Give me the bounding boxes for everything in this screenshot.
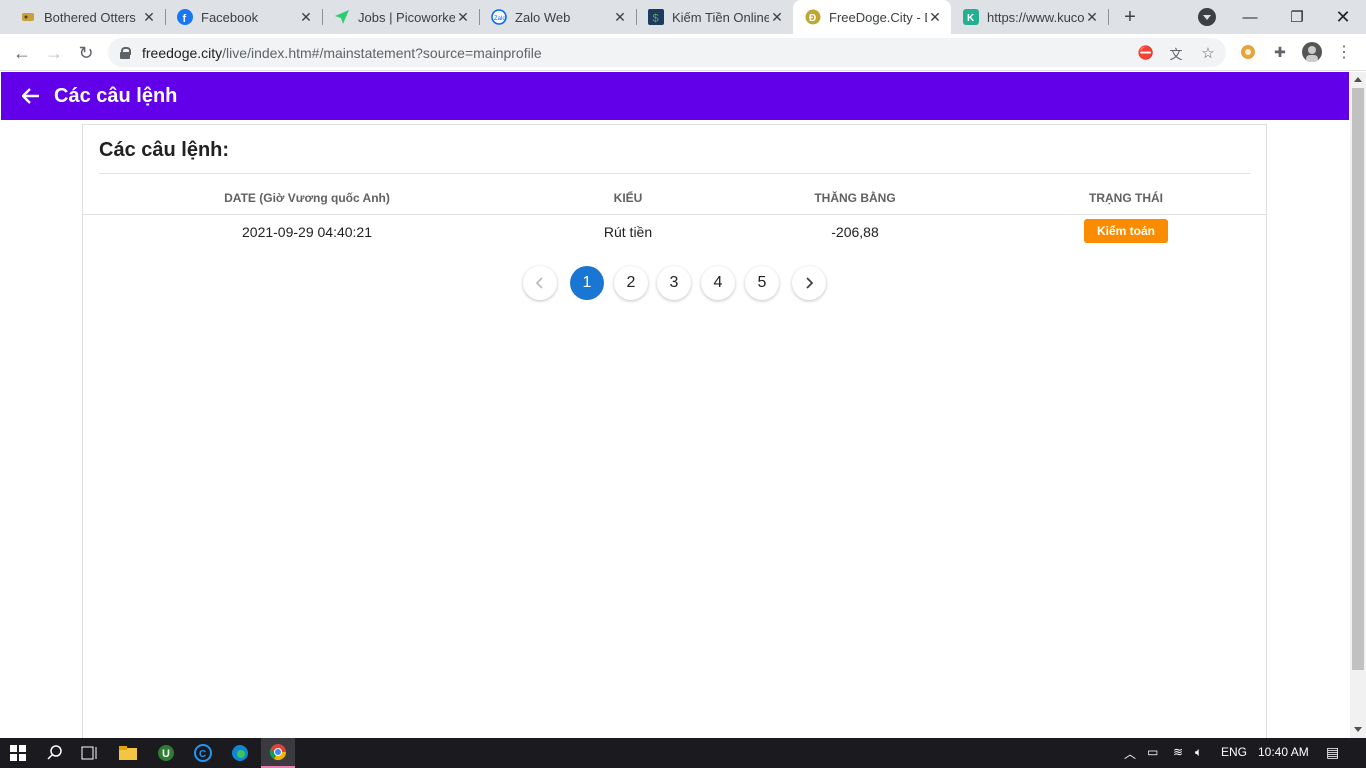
statements-card: Các câu lệnh: DATE (Giờ Vương quốc Anh) …	[82, 124, 1267, 738]
language-indicator[interactable]: ENG	[1221, 745, 1247, 759]
close-tab-icon[interactable]: ✕	[298, 9, 314, 25]
status-badge[interactable]: Kiểm toán	[1084, 219, 1168, 243]
tab-search-icon[interactable]	[1198, 8, 1216, 26]
column-header-status: TRẠNG THÁI	[1089, 191, 1163, 205]
scroll-down-icon[interactable]	[1354, 727, 1362, 732]
new-tab-button[interactable]: +	[1118, 5, 1142, 29]
reload-icon[interactable]: ↻	[72, 39, 100, 67]
minimize-button[interactable]: —	[1230, 4, 1270, 30]
file-explorer-icon[interactable]	[116, 741, 140, 765]
page-button-1[interactable]: 1	[570, 266, 604, 300]
blocked-icon[interactable]: ⛔	[1138, 45, 1154, 61]
close-tab-icon[interactable]: ✕	[141, 9, 157, 25]
column-header-type: KIỂU	[613, 191, 643, 205]
page-button-2[interactable]: 2	[614, 266, 648, 300]
doge-icon: Đ	[805, 9, 821, 25]
app-bar: Các câu lệnh	[1, 72, 1349, 120]
menu-kebab-icon[interactable]: ⋮	[1334, 42, 1354, 62]
puzzle-icon[interactable]: ✚	[1270, 42, 1290, 62]
close-window-button[interactable]: ✕	[1323, 4, 1363, 30]
battery-icon[interactable]: ▭	[1147, 745, 1158, 759]
svg-text:f: f	[183, 13, 187, 25]
task-view-icon[interactable]	[78, 741, 102, 765]
tab-zalo[interactable]: Zalo Zalo Web ✕	[479, 0, 637, 34]
dollar-icon: $	[648, 9, 664, 25]
tab-freedoge[interactable]: Đ FreeDoge.City - D ✕	[793, 0, 951, 34]
svg-text:K: K	[967, 13, 975, 24]
lock-icon[interactable]	[120, 46, 131, 59]
page-viewport: Các câu lệnh Các câu lệnh: DATE (Giờ Vươ…	[0, 72, 1350, 738]
page-title: Các câu lệnh	[54, 84, 178, 107]
next-page-button[interactable]	[792, 266, 826, 300]
cell-balance: -206,88	[831, 224, 879, 240]
zalo-icon: Zalo	[491, 9, 507, 25]
back-arrow-icon[interactable]: ←	[8, 39, 36, 67]
page-scrollbar[interactable]	[1350, 72, 1366, 738]
picoworkers-icon	[334, 9, 350, 25]
wifi-icon[interactable]: ≋	[1173, 745, 1183, 759]
app-c-icon[interactable]: C	[191, 741, 215, 765]
app-u-icon[interactable]: U	[154, 741, 178, 765]
tab-facebook[interactable]: f Facebook ✕	[165, 0, 323, 34]
tab-kucoin[interactable]: K https://www.kucoin ✕	[951, 0, 1109, 34]
svg-text:Zalo: Zalo	[494, 16, 506, 22]
column-header-balance: THĂNG BẰNG	[814, 191, 896, 205]
svg-text:$: $	[653, 13, 659, 25]
facebook-icon: f	[177, 9, 193, 25]
windows-taskbar: U C ︿ ▭ ≋ 🔈︎ ENG 10:40 AM ▤	[0, 738, 1366, 768]
scrollbar-thumb[interactable]	[1352, 88, 1364, 670]
browser-toolbar: ← → ↻ freedoge.city/live/index.htm#/main…	[0, 34, 1366, 71]
close-tab-icon[interactable]: ✕	[769, 9, 785, 25]
close-tab-icon[interactable]: ✕	[927, 9, 943, 25]
divider	[99, 173, 1250, 174]
forward-arrow-icon[interactable]: →	[40, 39, 68, 67]
table-header: DATE (Giờ Vương quốc Anh) KIỂU THĂNG BẰN…	[83, 183, 1266, 215]
svg-text:Đ: Đ	[809, 13, 816, 24]
cell-type: Rút tiền	[603, 224, 653, 240]
tab-bothered-otters[interactable]: Bothered Otters ✕	[8, 0, 166, 34]
back-arrow-icon[interactable]	[19, 84, 43, 108]
chevron-right-icon	[806, 277, 814, 289]
url-text: freedoge.city/live/index.htm#/mainstatem…	[142, 44, 542, 61]
page-button-4[interactable]: 4	[701, 266, 735, 300]
windows-start-icon[interactable]	[6, 741, 30, 765]
tab-kiem-tien-online[interactable]: $ Kiếm Tiền Online ✕	[636, 0, 793, 34]
kucoin-icon: K	[963, 9, 979, 25]
page-button-5[interactable]: 5	[745, 266, 779, 300]
address-bar[interactable]: freedoge.city/live/index.htm#/mainstatem…	[108, 38, 1226, 67]
table-row: 2021-09-29 04:40:21 Rút tiền -206,88 Kiể…	[83, 216, 1266, 248]
svg-text:C: C	[199, 749, 206, 760]
prev-page-button[interactable]	[523, 266, 557, 300]
notification-icon[interactable]: ▤	[1326, 744, 1339, 761]
close-tab-icon[interactable]: ✕	[1084, 9, 1100, 25]
otter-icon	[20, 9, 36, 25]
restore-button[interactable]: ❐	[1277, 4, 1317, 30]
column-header-date: DATE (Giờ Vương quốc Anh)	[224, 191, 390, 205]
search-icon[interactable]	[43, 741, 67, 765]
browser-tab-strip: Bothered Otters ✕ f Facebook ✕ Jobs | Pi…	[0, 0, 1366, 34]
cell-date: 2021-09-29 04:40:21	[242, 224, 372, 240]
bookmark-star-icon[interactable]: ☆	[1200, 45, 1216, 62]
tray-chevron-up-icon[interactable]: ︿	[1124, 745, 1136, 762]
chevron-left-icon	[535, 277, 543, 289]
extension-icon[interactable]	[1238, 42, 1258, 62]
card-title: Các câu lệnh:	[99, 139, 230, 161]
close-tab-icon[interactable]: ✕	[455, 9, 471, 25]
svg-text:U: U	[162, 748, 170, 760]
clock[interactable]: 10:40 AM	[1258, 745, 1309, 759]
translate-icon[interactable]: 文	[1168, 45, 1184, 62]
page-button-3[interactable]: 3	[657, 266, 691, 300]
avatar[interactable]	[1302, 42, 1322, 62]
scroll-up-icon[interactable]	[1354, 77, 1362, 82]
chrome-icon[interactable]	[261, 738, 295, 768]
tab-picoworkers[interactable]: Jobs | Picoworkers ✕	[322, 0, 480, 34]
volume-icon[interactable]: 🔈︎	[1195, 745, 1202, 760]
close-tab-icon[interactable]: ✕	[612, 9, 628, 25]
edge-icon[interactable]	[228, 741, 252, 765]
